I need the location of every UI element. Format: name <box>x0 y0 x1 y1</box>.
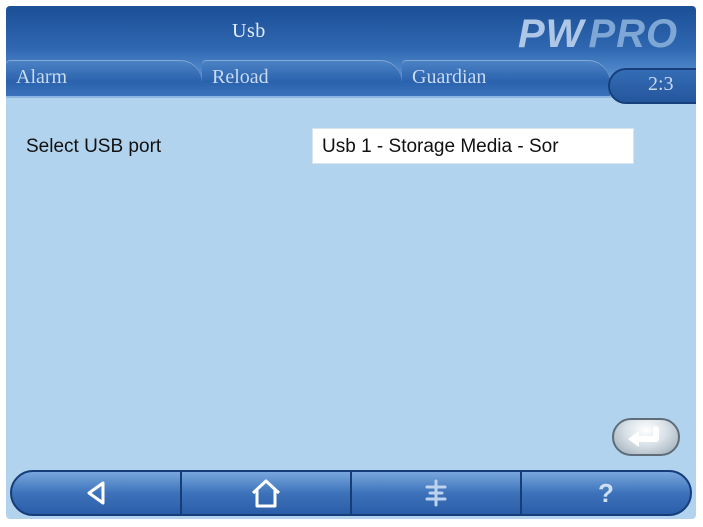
tab-guardian-label: Guardian <box>412 66 487 88</box>
tab-alarm-label: Alarm <box>16 66 68 88</box>
return-button[interactable] <box>612 418 680 456</box>
settings-icon <box>425 479 447 507</box>
nav-settings-button[interactable] <box>350 472 520 514</box>
tab-reload-label: Reload <box>212 66 269 88</box>
header-bar: Usb PW PRO Alarm Reload Guardian 2:3 <box>6 6 696 104</box>
usb-port-selected-value: Usb 1 - Storage Media - Sor <box>322 136 559 157</box>
usb-screen: Usb PW PRO Alarm Reload Guardian 2:3 Sele… <box>6 6 696 519</box>
nav-home-button[interactable] <box>180 472 350 514</box>
back-triangle-icon <box>87 481 105 505</box>
page-title: Usb <box>232 20 266 42</box>
usb-port-select[interactable]: Usb 1 - Storage Media - Sor <box>312 128 634 164</box>
help-icon: ? <box>598 477 614 508</box>
return-arrow-icon <box>628 426 659 447</box>
tab-guardian[interactable]: Guardian <box>402 60 610 96</box>
usb-settings-panel: Select USB port Usb 1 - Storage Media - … <box>6 98 696 468</box>
nav-help-button[interactable]: ? <box>520 472 690 514</box>
pwpro-logo: PW PRO <box>518 12 679 56</box>
nav-back-button[interactable] <box>12 472 180 514</box>
tab-alarm[interactable]: Alarm <box>6 60 202 96</box>
clock-text: 2:3 <box>648 73 674 95</box>
tab-reload[interactable]: Reload <box>202 60 402 96</box>
usb-port-label: Select USB port <box>26 136 162 157</box>
home-icon <box>251 479 281 508</box>
bottom-nav: ? <box>10 470 692 516</box>
